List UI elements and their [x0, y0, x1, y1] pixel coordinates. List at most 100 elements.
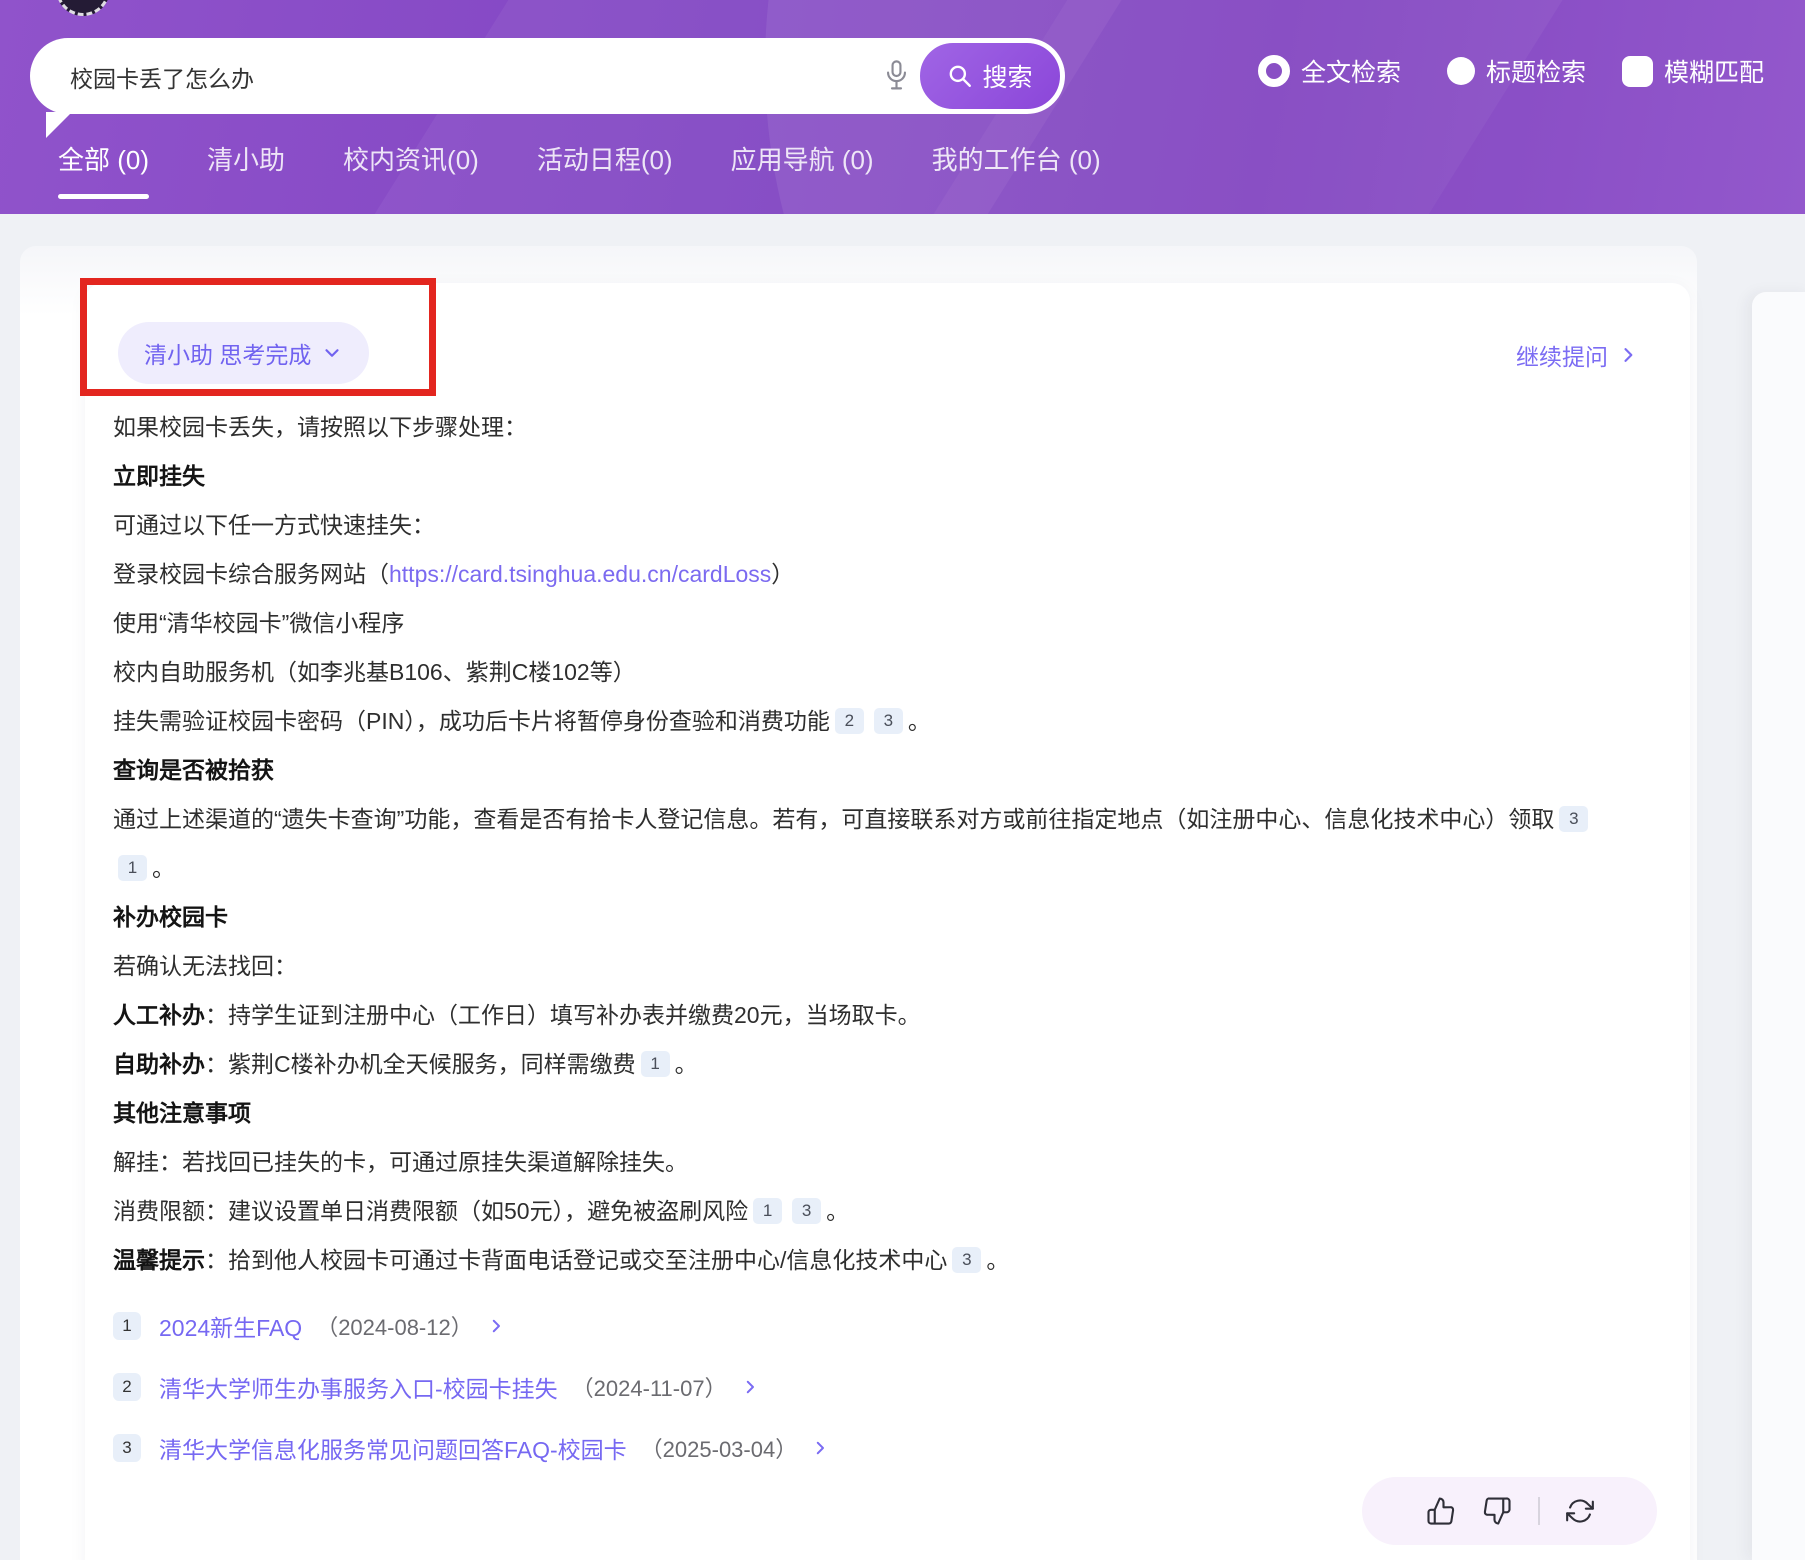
answer-paragraph: 挂失需验证校园卡密码（PIN），成功后卡片将暂停身份查验和消费功能23。 [113, 697, 1631, 746]
footnote-date: （2025-03-04） [641, 1432, 798, 1464]
answer-bold-text: 温馨提示 [113, 1247, 205, 1273]
thumbs-down-icon[interactable] [1482, 1496, 1512, 1526]
answer-paragraph: 消费限额：建议设置单日消费限额（如50元），避免被盗刷风险13。 [113, 1187, 1631, 1236]
answer-text: 如果校园卡丢失，请按照以下步骤处理： [113, 414, 527, 440]
card-loss-url-link[interactable]: https://card.tsinghua.edu.cn/cardLoss [389, 561, 771, 587]
option-label: 全文检索 [1301, 53, 1401, 89]
answer-text: ） [771, 561, 794, 587]
answer-text: 。 [826, 1198, 849, 1224]
answer-paragraph: 温馨提示：拾到他人校园卡可通过卡背面电话登记或交至注册中心/信息化技术中心3。 [113, 1236, 1631, 1285]
answer-text: 。 [675, 1051, 698, 1077]
option-fulltext[interactable]: 全文检索 [1258, 53, 1401, 89]
checkbox-unchecked-icon [1622, 56, 1653, 87]
footnote-item[interactable]: 3 清华大学信息化服务常见问题回答FAQ-校园卡 （2025-03-04） [113, 1417, 829, 1478]
search-icon [947, 63, 973, 89]
regenerate-icon[interactable] [1566, 1497, 1594, 1525]
search-button-label: 搜索 [982, 58, 1032, 94]
chevron-down-icon [321, 342, 343, 364]
answer-paragraph: 如果校园卡丢失，请按照以下步骤处理： [113, 403, 1631, 452]
citation-badge[interactable]: 2 [835, 708, 864, 734]
tab-1[interactable]: 清小助 [207, 140, 285, 199]
footnote-title-link[interactable]: 清华大学师生办事服务入口-校园卡挂失 [159, 1370, 558, 1404]
search-options: 全文检索 标题检索 模糊匹配 [1258, 53, 1764, 89]
answer-paragraph: 立即挂失 [113, 452, 1631, 501]
assistant-status-pill[interactable]: 清小助 思考完成 [118, 322, 369, 384]
radio-selected-icon [1258, 55, 1290, 87]
footnote-date: （2024-11-07） [572, 1371, 727, 1403]
citation-badge[interactable]: 3 [1559, 806, 1588, 832]
feedback-action-bar [1362, 1477, 1657, 1545]
answer-paragraph: 登录校园卡综合服务网站（https://card.tsinghua.edu.cn… [113, 550, 1631, 599]
answer-bold-text: 立即挂失 [113, 463, 205, 489]
answer-text: 。 [152, 855, 175, 881]
footnote-title-link[interactable]: 2024新生FAQ [159, 1309, 302, 1343]
citation-badge[interactable]: 1 [641, 1051, 670, 1077]
tab-2[interactable]: 校内资讯(0) [343, 140, 479, 199]
citation-badge[interactable]: 3 [792, 1198, 821, 1224]
answer-text: 。 [986, 1247, 1009, 1273]
citation-badge[interactable]: 3 [874, 708, 903, 734]
answer-text: 使用“清华校园卡”微信小程序 [113, 610, 404, 636]
answer-text: 可通过以下任一方式快速挂失： [113, 512, 435, 538]
chevron-right-icon [811, 1439, 829, 1457]
footnote-item[interactable]: 2 清华大学师生办事服务入口-校园卡挂失 （2024-11-07） [113, 1356, 829, 1417]
option-fuzzy-match[interactable]: 模糊匹配 [1622, 53, 1764, 89]
answer-paragraph: 其他注意事项 [113, 1089, 1631, 1138]
answer-text: ：紫荆C楼补办机全天候服务，同样需缴费 [205, 1051, 636, 1077]
option-title-search[interactable]: 标题检索 [1447, 53, 1586, 89]
answer-text: 登录校园卡综合服务网站（ [113, 561, 389, 587]
answer-paragraph: 校内自助服务机（如李兆基B106、紫荆C楼102等） [113, 648, 1631, 697]
answer-bold-text: 自助补办 [113, 1051, 205, 1077]
footnote-number-badge: 1 [113, 1312, 141, 1340]
radio-unselected-icon [1447, 57, 1475, 85]
answer-paragraph: 补办校园卡 [113, 893, 1631, 942]
continue-asking-label: 继续提问 [1516, 338, 1608, 372]
answer-bold-text: 补办校园卡 [113, 904, 228, 930]
app-screen: 搜索 全文检索 标题检索 模糊匹配 全部 (0) 清小助校内资讯(0) 活动日程(0… [0, 0, 1805, 1560]
search-bar-tail [46, 112, 72, 138]
search-bar: 搜索 [30, 38, 1065, 114]
answer-text: 校内自助服务机（如李兆基B106、紫荆C楼102等） [113, 659, 636, 685]
answer-card: 清小助 思考完成 继续提问 如果校园卡丢失，请按照以下步骤处理： 立即挂失可通过以… [85, 283, 1690, 1560]
search-button[interactable]: 搜索 [916, 39, 1064, 113]
tab-0[interactable]: 全部 (0) [58, 140, 149, 199]
answer-text: 挂失需验证校园卡密码（PIN），成功后卡片将暂停身份查验和消费功能 [113, 708, 830, 734]
footnote-item[interactable]: 1 2024新生FAQ （2024-08-12） [113, 1295, 829, 1356]
footnote-date: （2024-08-12） [316, 1310, 473, 1342]
answer-bold-text: 其他注意事项 [113, 1100, 251, 1126]
side-panel-fragment [1752, 292, 1805, 1560]
citation-badge[interactable]: 1 [118, 855, 147, 881]
tab-3[interactable]: 活动日程(0) [537, 140, 673, 199]
answer-paragraph: 可通过以下任一方式快速挂失： [113, 501, 1631, 550]
microphone-icon[interactable] [883, 58, 910, 99]
answer-paragraph: 若确认无法找回： [113, 942, 1631, 991]
answer-text: 消费限额：建议设置单日消费限额（如50元），避免被盗刷风险 [113, 1198, 748, 1224]
assistant-status-label: 清小助 思考完成 [144, 336, 311, 370]
answer-paragraph: 自助补办：紫荆C楼补办机全天候服务，同样需缴费1。 [113, 1040, 1631, 1089]
university-logo [56, 0, 110, 16]
footnote-number-badge: 2 [113, 1373, 141, 1401]
answer-text: 。 [908, 708, 931, 734]
answer-paragraph: 使用“清华校园卡”微信小程序 [113, 599, 1631, 648]
answer-bold-text: 人工补办 [113, 1002, 205, 1028]
footnote-list: 1 2024新生FAQ （2024-08-12） 2 清华大学师生办事服务入口-校园卡挂… [113, 1295, 829, 1478]
answer-paragraph: 人工补办：持学生证到注册中心（工作日）填写补办表并缴费20元，当场取卡。 [113, 991, 1631, 1040]
continue-asking-link[interactable]: 继续提问 [1516, 338, 1638, 372]
tabs: 全部 (0) 清小助校内资讯(0) 活动日程(0) 应用导航 (0) 我的工作台 (0) [58, 140, 1101, 199]
answer-text: 通过上述渠道的“遗失卡查询”功能，查看是否有拾卡人登记信息。若有，可直接联系对方… [113, 806, 1554, 832]
search-input[interactable] [68, 38, 712, 116]
footnote-title-link[interactable]: 清华大学信息化服务常见问题回答FAQ-校园卡 [159, 1431, 627, 1465]
option-label: 标题检索 [1486, 53, 1586, 89]
tab-5[interactable]: 我的工作台 (0) [932, 140, 1101, 199]
option-label: 模糊匹配 [1664, 53, 1764, 89]
answer-paragraph: 解挂：若找回已挂失的卡，可通过原挂失渠道解除挂失。 [113, 1138, 1631, 1187]
citation-badge[interactable]: 3 [952, 1247, 981, 1273]
thumbs-up-icon[interactable] [1426, 1496, 1456, 1526]
answer-text: ：持学生证到注册中心（工作日）填写补办表并缴费20元，当场取卡。 [205, 1002, 921, 1028]
citation-badge[interactable]: 1 [753, 1198, 782, 1224]
answer-paragraph: 通过上述渠道的“遗失卡查询”功能，查看是否有拾卡人登记信息。若有，可直接联系对方… [113, 795, 1631, 893]
tab-4[interactable]: 应用导航 (0) [731, 140, 874, 199]
answer-paragraph: 查询是否被拾获 [113, 746, 1631, 795]
chevron-right-icon [1618, 345, 1638, 365]
footnote-number-badge: 3 [113, 1434, 141, 1462]
